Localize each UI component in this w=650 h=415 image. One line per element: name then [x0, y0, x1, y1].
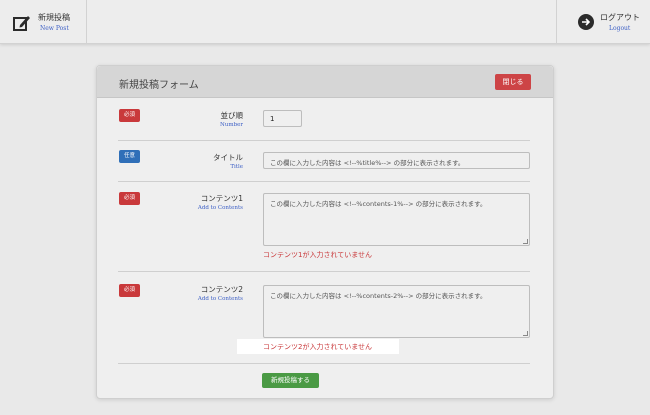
divider — [118, 271, 530, 272]
content1-textarea[interactable]: この欄に入力した内容は <!--%contents-1%--> の部分に表示され… — [263, 193, 530, 246]
edit-icon — [13, 16, 30, 31]
content2-sub-label: Add to Contents — [197, 296, 243, 302]
content2-label: コンテンツ2 — [200, 285, 243, 294]
arrow-right-circle-icon — [578, 14, 594, 30]
content1-label: コンテンツ1 — [200, 194, 243, 203]
divider — [118, 140, 530, 141]
resize-handle[interactable] — [523, 239, 528, 244]
divider — [118, 181, 530, 182]
logout-sub-label: Logout — [609, 25, 631, 32]
content2-error: コンテンツ2が入力されていません — [263, 343, 373, 351]
submit-button[interactable]: 新規投稿する — [262, 373, 319, 388]
required-badge-order: 必須 — [119, 109, 140, 122]
order-sub-label: Number — [220, 122, 243, 128]
order-input[interactable]: 1 — [263, 110, 302, 127]
resize-handle[interactable] — [523, 331, 528, 336]
title-sub-label: Title — [230, 164, 243, 170]
optional-badge-title: 任意 — [119, 150, 140, 163]
content2-textarea[interactable]: この欄に入力した内容は <!--%contents-2%--> の部分に表示され… — [263, 285, 530, 338]
required-badge-content2: 必須 — [119, 284, 140, 297]
content1-sub-label: Add to Contents — [197, 205, 243, 211]
order-label: 並び順 — [220, 111, 244, 120]
top-navbar: 新規投稿 New Post ログアウト Logout — [0, 0, 650, 44]
close-button[interactable]: 閉じる — [495, 74, 531, 90]
panel-header: 新規投稿フォーム 閉じる — [97, 66, 553, 98]
new-post-sub-label: New Post — [40, 25, 69, 32]
title-input[interactable]: この欄に入力した内容は <!--%title%--> の部分に表示されます。 — [263, 152, 530, 169]
logout-nav[interactable]: ログアウト Logout — [556, 0, 650, 44]
form-title: 新規投稿フォーム — [119, 80, 199, 91]
new-post-nav[interactable]: 新規投稿 New Post — [0, 0, 87, 44]
required-badge-content1: 必須 — [119, 192, 140, 205]
content1-error: コンテンツ1が入力されていません — [263, 251, 373, 259]
divider — [118, 363, 530, 364]
logout-label: ログアウト — [600, 13, 640, 22]
title-label: タイトル — [213, 153, 243, 162]
new-post-label: 新規投稿 — [38, 13, 70, 22]
